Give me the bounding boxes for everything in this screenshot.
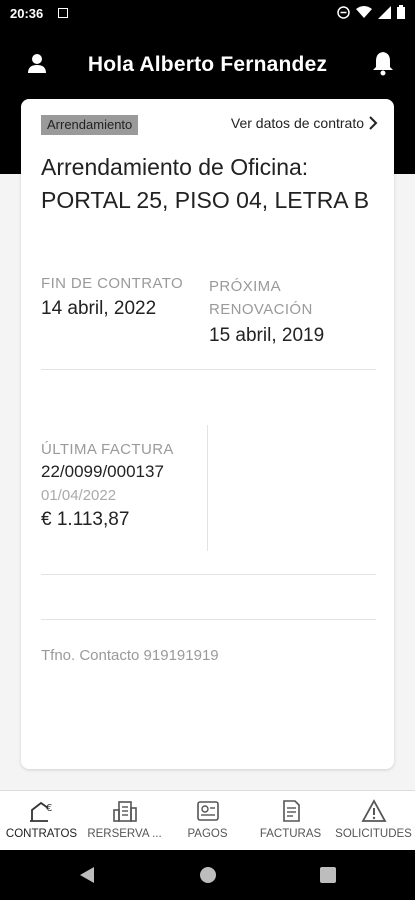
nav-item-contratos[interactable]: € CONTRATOS (0, 791, 83, 851)
contract-end-value: 14 abril, 2022 (41, 298, 157, 319)
do-not-disturb-icon (337, 5, 350, 19)
contract-end-block: FIN DE CONTRATO 14 abril, 2022 (41, 275, 211, 320)
vertical-divider (207, 425, 208, 551)
building-icon (112, 801, 137, 822)
nav-label-solicitudes: SOLICITUDES (335, 828, 412, 840)
contract-card[interactable]: Arrendamiento Ver datos de contrato Arre… (21, 99, 394, 769)
house-euro-icon: € (29, 801, 52, 822)
last-invoice-block[interactable]: ÚLTIMA FACTURA 22/0099/000137 01/04/2022… (41, 441, 206, 531)
nav-label-contratos: CONTRATOS (5, 828, 78, 840)
contract-title: Arrendamiento de Oficina: PORTAL 25, PIS… (41, 154, 370, 213)
android-nav-bar (0, 850, 415, 900)
last-invoice-amount: € 1.113,87 (41, 509, 130, 530)
renewal-block: PRÓXIMA RENOVACIÓN 15 abril, 2019 (209, 275, 379, 347)
status-bar: 20:36 (0, 0, 415, 28)
nav-item-facturas[interactable]: FACTURAS (249, 791, 332, 851)
contact-phone[interactable]: Tfno. Contacto 919191919 (41, 647, 219, 664)
nav-label-facturas: FACTURAS (259, 828, 322, 840)
renewal-value: 15 abril, 2019 (209, 325, 325, 346)
contract-end-label: FIN DE CONTRATO (41, 275, 184, 292)
signal-icon (378, 5, 391, 19)
chevron-right-icon (369, 116, 378, 130)
nav-label-pagos: PAGOS (187, 828, 228, 840)
status-icons (337, 5, 405, 19)
back-icon[interactable] (78, 866, 96, 884)
last-invoice-label: ÚLTIMA FACTURA (41, 441, 174, 458)
notification-square-icon (58, 8, 68, 18)
last-invoice-date: 01/04/2022 (41, 487, 117, 504)
nav-item-solicitudes[interactable]: SOLICITUDES (332, 791, 415, 851)
recents-icon[interactable] (320, 867, 336, 883)
divider (41, 619, 376, 620)
divider (41, 574, 376, 575)
invoice-icon (282, 800, 300, 822)
bell-icon[interactable] (371, 50, 395, 76)
contract-type-tag: Arrendamiento (41, 115, 139, 135)
nav-label-reserva: RERSERVA ... (87, 828, 162, 840)
battery-icon (397, 5, 405, 19)
status-time: 20:36 (10, 6, 44, 21)
renewal-label: PRÓXIMA RENOVACIÓN (209, 278, 313, 318)
warning-triangle-icon (360, 799, 387, 822)
view-contract-link[interactable]: Ver datos de contrato (231, 115, 378, 131)
divider (41, 369, 376, 370)
greeting-title: Hola Alberto Fernandez (87, 53, 328, 76)
bottom-nav: € CONTRATOS RERSERVA ... PAGOS FACTURAS … (0, 790, 415, 851)
svg-text:€: € (46, 803, 52, 814)
nav-item-pagos[interactable]: PAGOS (166, 791, 249, 851)
view-contract-label: Ver datos de contrato (230, 115, 364, 131)
wallet-icon (196, 801, 219, 821)
wifi-icon (356, 5, 372, 18)
home-icon[interactable] (200, 867, 216, 883)
last-invoice-number: 22/0099/000137 (41, 462, 164, 481)
nav-item-reserva[interactable]: RERSERVA ... (83, 791, 166, 851)
